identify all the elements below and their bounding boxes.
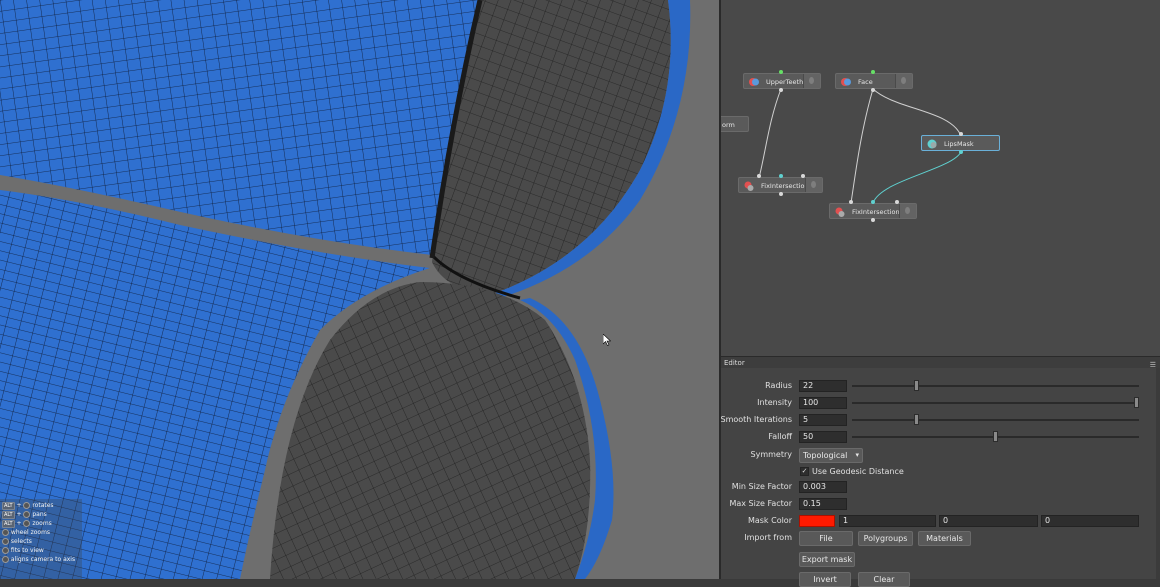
help-zoom: ALT + zooms xyxy=(2,520,52,528)
mesh-render xyxy=(0,0,691,579)
3d-viewport[interactable]: ALT + rotates ALT + pans ALT + zooms whe… xyxy=(0,0,719,579)
mask-node-icon xyxy=(927,139,937,149)
radius-slider[interactable] xyxy=(852,380,1139,391)
chevron-down-icon: ▾ xyxy=(855,451,859,459)
editor-panel-header: Editor ☰ xyxy=(721,356,1160,369)
mask-color-b-input[interactable]: 0 xyxy=(1041,515,1139,527)
node-port[interactable] xyxy=(779,70,783,74)
radius-input[interactable]: 22 xyxy=(799,380,847,392)
node-port[interactable] xyxy=(779,88,783,92)
mask-color-r-input[interactable]: 1 xyxy=(839,515,936,527)
mask-color-swatch[interactable] xyxy=(799,515,835,527)
node-port[interactable] xyxy=(801,174,805,178)
export-mask-button[interactable]: Export mask xyxy=(799,552,855,567)
editor-scrollbar[interactable] xyxy=(1156,368,1160,579)
visibility-toggle-icon[interactable] xyxy=(803,74,820,88)
node-port[interactable] xyxy=(757,174,761,178)
intensity-input[interactable]: 100 xyxy=(799,397,847,409)
smooth-iterations-input[interactable]: 5 xyxy=(799,414,847,426)
min-size-input[interactable]: 0.003 xyxy=(799,481,847,493)
deformer-node-icon xyxy=(835,207,845,217)
node-fix-intersections[interactable]: FixIntersections xyxy=(738,177,823,193)
slider-handle[interactable] xyxy=(914,380,920,391)
intensity-row: Intensity 100 xyxy=(721,396,1160,410)
mask-color-row: Mask Color 1 0 0 xyxy=(721,514,1160,528)
falloff-row: Falloff 50 xyxy=(721,430,1160,444)
node-port[interactable] xyxy=(779,174,783,178)
import-materials-button[interactable]: Materials xyxy=(918,531,971,546)
help-pan: ALT + pans xyxy=(2,511,47,519)
node-port[interactable] xyxy=(871,88,875,92)
node-orm[interactable]: orm xyxy=(721,116,749,132)
help-fit: fits to view xyxy=(2,546,44,555)
node-port[interactable] xyxy=(959,132,963,136)
node-port[interactable] xyxy=(779,192,783,196)
clear-button[interactable]: Clear xyxy=(858,572,910,587)
node-port[interactable] xyxy=(871,70,875,74)
node-port[interactable] xyxy=(871,200,875,204)
falloff-input[interactable]: 50 xyxy=(799,431,847,443)
node-port[interactable] xyxy=(959,150,963,154)
smooth-iterations-slider[interactable] xyxy=(852,414,1139,425)
geodesic-checkbox[interactable]: ✓ xyxy=(800,467,809,476)
slider-handle[interactable] xyxy=(914,414,920,425)
mesh-node-icon xyxy=(841,77,851,87)
visibility-toggle-icon[interactable] xyxy=(805,178,822,192)
editor-panel: Radius 22 Intensity 100 Smooth Iteration… xyxy=(720,368,1160,587)
slider-handle[interactable] xyxy=(1134,397,1139,408)
navigation-help-overlay: ALT + rotates ALT + pans ALT + zooms whe… xyxy=(0,499,82,579)
invert-button[interactable]: Invert xyxy=(799,572,851,587)
intensity-slider[interactable] xyxy=(852,397,1139,408)
radius-row: Radius 22 xyxy=(721,379,1160,393)
node-port[interactable] xyxy=(849,200,853,204)
mesh-node-icon xyxy=(749,77,759,87)
mask-color-g-input[interactable]: 0 xyxy=(939,515,1038,527)
import-polygroups-button[interactable]: Polygroups xyxy=(858,531,913,546)
smooth-iterations-row: Smooth Iterations 5 xyxy=(720,413,1160,427)
visibility-toggle-icon[interactable] xyxy=(899,204,916,218)
falloff-slider[interactable] xyxy=(852,431,1139,442)
help-wheel-zoom: wheel zooms xyxy=(2,528,50,537)
symmetry-row: Symmetry Topological ▾ xyxy=(721,448,1160,463)
symmetry-dropdown[interactable]: Topological ▾ xyxy=(799,448,863,463)
import-file-button[interactable]: File xyxy=(799,531,853,546)
deformer-node-icon xyxy=(744,181,754,191)
node-lips-mask[interactable]: LipsMask xyxy=(921,135,1000,151)
max-size-row: Max Size Factor 0.15 xyxy=(721,497,1160,511)
visibility-toggle-icon[interactable] xyxy=(895,74,912,88)
geodesic-row: ✓ Use Geodesic Distance xyxy=(800,467,904,476)
min-size-row: Min Size Factor 0.003 xyxy=(721,480,1160,494)
node-port[interactable] xyxy=(895,200,899,204)
max-size-input[interactable]: 0.15 xyxy=(799,498,847,510)
help-select: selects xyxy=(2,537,32,546)
slider-handle[interactable] xyxy=(993,431,998,442)
node-fix-intersections1[interactable]: FixIntersections1 xyxy=(829,203,917,219)
node-upper-teeth[interactable]: UpperTeeth xyxy=(743,73,821,89)
help-align: aligns camera to axis xyxy=(2,555,75,564)
import-from-row: Import from File Polygroups Materials xyxy=(721,531,1160,546)
node-face[interactable]: Face xyxy=(835,73,913,89)
node-graph[interactable]: UpperTeeth Face orm LipsMask FixIntersec… xyxy=(721,0,1160,356)
help-rotate: ALT + rotates xyxy=(2,502,54,510)
node-port[interactable] xyxy=(871,218,875,222)
